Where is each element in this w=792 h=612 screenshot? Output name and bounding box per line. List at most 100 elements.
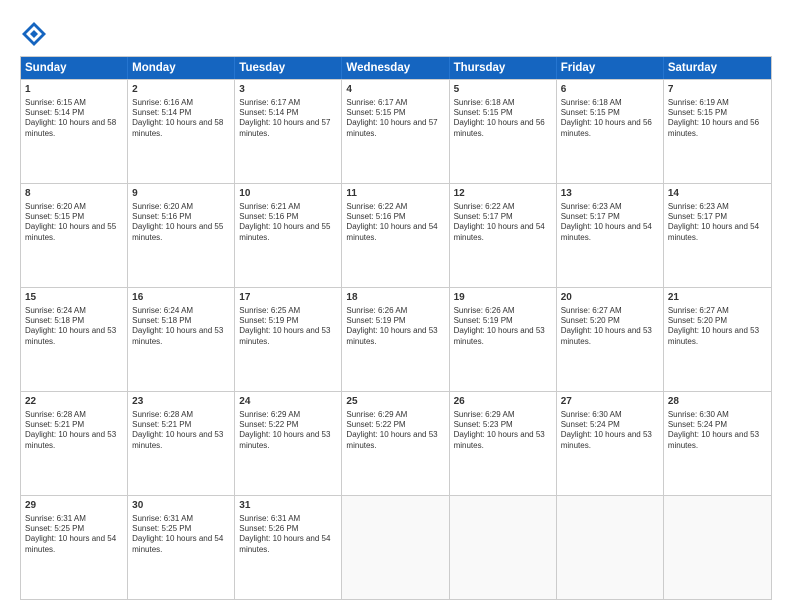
calendar-cell: 7Sunrise: 6:19 AM Sunset: 5:15 PM Daylig… [664,80,771,183]
day-number: 18 [346,291,444,305]
day-number: 20 [561,291,659,305]
day-number: 22 [25,395,123,409]
cell-info: Sunrise: 6:28 AM Sunset: 5:21 PM Dayligh… [132,410,230,452]
day-number: 9 [132,187,230,201]
calendar-cell: 8Sunrise: 6:20 AM Sunset: 5:15 PM Daylig… [21,184,128,287]
calendar-cell: 17Sunrise: 6:25 AM Sunset: 5:19 PM Dayli… [235,288,342,391]
cell-info: Sunrise: 6:24 AM Sunset: 5:18 PM Dayligh… [132,306,230,348]
header-day-friday: Friday [557,57,664,79]
cell-info: Sunrise: 6:20 AM Sunset: 5:16 PM Dayligh… [132,202,230,244]
day-number: 26 [454,395,552,409]
calendar-cell: 9Sunrise: 6:20 AM Sunset: 5:16 PM Daylig… [128,184,235,287]
day-number: 13 [561,187,659,201]
day-number: 7 [668,83,767,97]
cell-info: Sunrise: 6:17 AM Sunset: 5:15 PM Dayligh… [346,98,444,140]
calendar-cell [664,496,771,599]
calendar-cell: 13Sunrise: 6:23 AM Sunset: 5:17 PM Dayli… [557,184,664,287]
cell-info: Sunrise: 6:23 AM Sunset: 5:17 PM Dayligh… [668,202,767,244]
cell-info: Sunrise: 6:29 AM Sunset: 5:23 PM Dayligh… [454,410,552,452]
calendar-body: 1Sunrise: 6:15 AM Sunset: 5:14 PM Daylig… [21,79,771,599]
calendar-week-3: 15Sunrise: 6:24 AM Sunset: 5:18 PM Dayli… [21,287,771,391]
cell-info: Sunrise: 6:16 AM Sunset: 5:14 PM Dayligh… [132,98,230,140]
calendar-week-2: 8Sunrise: 6:20 AM Sunset: 5:15 PM Daylig… [21,183,771,287]
calendar-week-5: 29Sunrise: 6:31 AM Sunset: 5:25 PM Dayli… [21,495,771,599]
day-number: 29 [25,499,123,513]
cell-info: Sunrise: 6:29 AM Sunset: 5:22 PM Dayligh… [346,410,444,452]
calendar-cell: 27Sunrise: 6:30 AM Sunset: 5:24 PM Dayli… [557,392,664,495]
calendar-cell: 24Sunrise: 6:29 AM Sunset: 5:22 PM Dayli… [235,392,342,495]
day-number: 12 [454,187,552,201]
cell-info: Sunrise: 6:28 AM Sunset: 5:21 PM Dayligh… [25,410,123,452]
cell-info: Sunrise: 6:15 AM Sunset: 5:14 PM Dayligh… [25,98,123,140]
header [20,16,772,48]
cell-info: Sunrise: 6:21 AM Sunset: 5:16 PM Dayligh… [239,202,337,244]
day-number: 2 [132,83,230,97]
day-number: 6 [561,83,659,97]
calendar-cell: 28Sunrise: 6:30 AM Sunset: 5:24 PM Dayli… [664,392,771,495]
cell-info: Sunrise: 6:31 AM Sunset: 5:26 PM Dayligh… [239,514,337,556]
day-number: 31 [239,499,337,513]
day-number: 3 [239,83,337,97]
cell-info: Sunrise: 6:24 AM Sunset: 5:18 PM Dayligh… [25,306,123,348]
calendar-cell: 16Sunrise: 6:24 AM Sunset: 5:18 PM Dayli… [128,288,235,391]
page: SundayMondayTuesdayWednesdayThursdayFrid… [0,0,792,612]
cell-info: Sunrise: 6:20 AM Sunset: 5:15 PM Dayligh… [25,202,123,244]
calendar-cell: 19Sunrise: 6:26 AM Sunset: 5:19 PM Dayli… [450,288,557,391]
cell-info: Sunrise: 6:17 AM Sunset: 5:14 PM Dayligh… [239,98,337,140]
calendar-cell: 1Sunrise: 6:15 AM Sunset: 5:14 PM Daylig… [21,80,128,183]
header-day-monday: Monday [128,57,235,79]
cell-info: Sunrise: 6:23 AM Sunset: 5:17 PM Dayligh… [561,202,659,244]
calendar-cell [342,496,449,599]
cell-info: Sunrise: 6:22 AM Sunset: 5:16 PM Dayligh… [346,202,444,244]
day-number: 19 [454,291,552,305]
cell-info: Sunrise: 6:18 AM Sunset: 5:15 PM Dayligh… [454,98,552,140]
calendar-cell: 18Sunrise: 6:26 AM Sunset: 5:19 PM Dayli… [342,288,449,391]
calendar-cell: 2Sunrise: 6:16 AM Sunset: 5:14 PM Daylig… [128,80,235,183]
cell-info: Sunrise: 6:27 AM Sunset: 5:20 PM Dayligh… [561,306,659,348]
cell-info: Sunrise: 6:29 AM Sunset: 5:22 PM Dayligh… [239,410,337,452]
calendar-week-4: 22Sunrise: 6:28 AM Sunset: 5:21 PM Dayli… [21,391,771,495]
calendar-cell: 20Sunrise: 6:27 AM Sunset: 5:20 PM Dayli… [557,288,664,391]
header-day-sunday: Sunday [21,57,128,79]
day-number: 17 [239,291,337,305]
day-number: 23 [132,395,230,409]
cell-info: Sunrise: 6:18 AM Sunset: 5:15 PM Dayligh… [561,98,659,140]
calendar-cell: 21Sunrise: 6:27 AM Sunset: 5:20 PM Dayli… [664,288,771,391]
day-number: 1 [25,83,123,97]
calendar-cell: 25Sunrise: 6:29 AM Sunset: 5:22 PM Dayli… [342,392,449,495]
calendar-cell: 15Sunrise: 6:24 AM Sunset: 5:18 PM Dayli… [21,288,128,391]
calendar-cell: 5Sunrise: 6:18 AM Sunset: 5:15 PM Daylig… [450,80,557,183]
day-number: 28 [668,395,767,409]
cell-info: Sunrise: 6:31 AM Sunset: 5:25 PM Dayligh… [25,514,123,556]
logo-icon [20,20,48,48]
calendar-week-1: 1Sunrise: 6:15 AM Sunset: 5:14 PM Daylig… [21,79,771,183]
day-number: 10 [239,187,337,201]
day-number: 14 [668,187,767,201]
cell-info: Sunrise: 6:25 AM Sunset: 5:19 PM Dayligh… [239,306,337,348]
calendar-header: SundayMondayTuesdayWednesdayThursdayFrid… [21,57,771,79]
header-day-saturday: Saturday [664,57,771,79]
calendar-cell: 29Sunrise: 6:31 AM Sunset: 5:25 PM Dayli… [21,496,128,599]
calendar-cell: 22Sunrise: 6:28 AM Sunset: 5:21 PM Dayli… [21,392,128,495]
calendar-cell: 14Sunrise: 6:23 AM Sunset: 5:17 PM Dayli… [664,184,771,287]
calendar-cell: 10Sunrise: 6:21 AM Sunset: 5:16 PM Dayli… [235,184,342,287]
calendar-cell [450,496,557,599]
logo [20,20,52,48]
day-number: 30 [132,499,230,513]
calendar: SundayMondayTuesdayWednesdayThursdayFrid… [20,56,772,600]
cell-info: Sunrise: 6:26 AM Sunset: 5:19 PM Dayligh… [454,306,552,348]
day-number: 11 [346,187,444,201]
cell-info: Sunrise: 6:22 AM Sunset: 5:17 PM Dayligh… [454,202,552,244]
calendar-cell: 30Sunrise: 6:31 AM Sunset: 5:25 PM Dayli… [128,496,235,599]
cell-info: Sunrise: 6:30 AM Sunset: 5:24 PM Dayligh… [668,410,767,452]
calendar-cell: 3Sunrise: 6:17 AM Sunset: 5:14 PM Daylig… [235,80,342,183]
calendar-cell: 23Sunrise: 6:28 AM Sunset: 5:21 PM Dayli… [128,392,235,495]
header-day-tuesday: Tuesday [235,57,342,79]
calendar-cell: 31Sunrise: 6:31 AM Sunset: 5:26 PM Dayli… [235,496,342,599]
calendar-cell [557,496,664,599]
day-number: 16 [132,291,230,305]
calendar-cell: 4Sunrise: 6:17 AM Sunset: 5:15 PM Daylig… [342,80,449,183]
cell-info: Sunrise: 6:26 AM Sunset: 5:19 PM Dayligh… [346,306,444,348]
calendar-cell: 6Sunrise: 6:18 AM Sunset: 5:15 PM Daylig… [557,80,664,183]
day-number: 8 [25,187,123,201]
